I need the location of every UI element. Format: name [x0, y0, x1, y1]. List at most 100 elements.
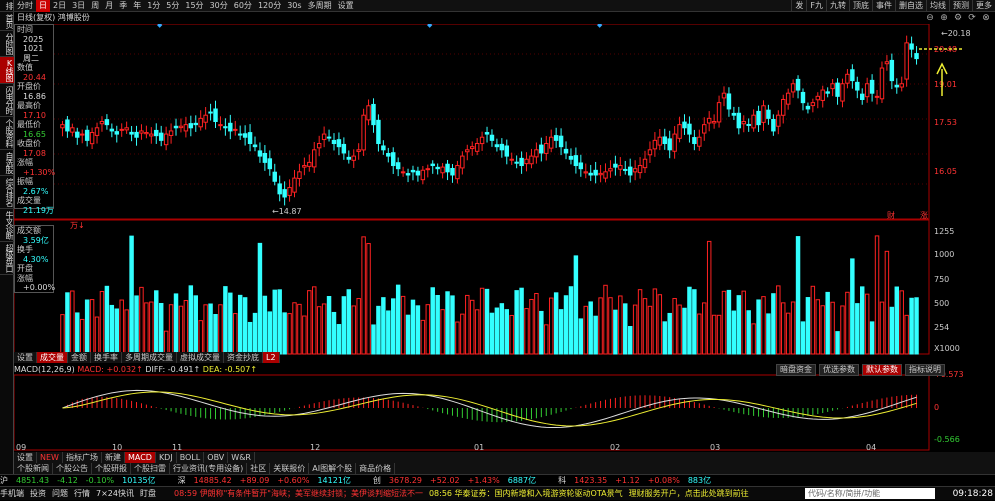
bottom-tab-2[interactable]: 指标广场 [63, 452, 102, 463]
status-item-4[interactable]: 7×24快讯 [96, 488, 134, 499]
candle-body [173, 125, 179, 129]
status-item-1[interactable]: 投资 [30, 488, 46, 499]
bottom-tab-4[interactable]: MACD [124, 452, 156, 463]
news-tab-1[interactable]: 个股公告 [53, 463, 92, 474]
news-tab-4[interactable]: 行业资讯(专用设备) [170, 463, 248, 474]
news-tab-3[interactable]: 个股扫雷 [131, 463, 170, 474]
macd-btn-2[interactable]: 默认参数 [862, 364, 902, 376]
bottom-tab-5[interactable]: KDJ [156, 452, 177, 463]
candle-body [307, 161, 312, 167]
sidebar-item-6[interactable]: 自选股 [0, 150, 14, 176]
status-item-3[interactable]: 行情 [74, 488, 90, 499]
right-tool-6[interactable]: 均线 [926, 0, 949, 12]
right-tool-1[interactable]: F九 [806, 0, 826, 12]
candle-body [914, 53, 919, 60]
bottom-tab-0[interactable]: 设置 [14, 452, 37, 463]
right-tool-7[interactable]: 预测 [949, 0, 972, 12]
ind-tab-5[interactable]: 虚拟成交量 [177, 352, 224, 363]
settings-icon[interactable]: ⚙ [951, 12, 965, 24]
ind-tab-2[interactable]: 金额 [68, 352, 91, 363]
ind-tab-1[interactable]: 成交量 [37, 352, 68, 363]
news-tab-5[interactable]: 社区 [247, 463, 271, 474]
right-tool-4[interactable]: 事件 [872, 0, 895, 12]
macd-btn-3[interactable]: 指标说明 [905, 364, 945, 376]
period-tab-14[interactable]: 30s [284, 0, 304, 12]
zoom-icon[interactable]: ⊕ [937, 12, 951, 24]
right-tool-8[interactable]: 更多 [972, 0, 995, 12]
period-tab-12[interactable]: 60分 [231, 0, 255, 12]
ind-tab-3[interactable]: 换手率 [91, 352, 122, 363]
sidebar-item-9[interactable]: 超级盘口 [0, 242, 14, 275]
news-2[interactable]: 08:56 华泰证券：国内新增和入境游资轮驱动OTA景气 [429, 488, 623, 499]
sidebar-item-1[interactable]: 首页 [0, 12, 14, 31]
period-tab-13[interactable]: 120分 [255, 0, 284, 12]
right-tool-2[interactable]: 九转 [826, 0, 849, 12]
status-item-2[interactable]: 问题 [52, 488, 68, 499]
minimize-icon[interactable]: ⊖ [923, 12, 937, 24]
ind-tab-0[interactable]: 设置 [14, 352, 37, 363]
candle-body [474, 143, 480, 152]
bottom-tab-6[interactable]: BOLL [177, 452, 205, 463]
period-tab-6[interactable]: 季 [116, 0, 130, 12]
ind-tab-4[interactable]: 多周期成交量 [122, 352, 177, 363]
period-tab-8[interactable]: 1分 [144, 0, 163, 12]
sidebar-item-5[interactable]: 个股资料 [0, 117, 14, 150]
volume-bar [218, 304, 223, 355]
period-tab-5[interactable]: 月 [102, 0, 116, 12]
bottom-tab-3[interactable]: 新建 [102, 452, 125, 463]
promo-link[interactable]: 理财服务开户，点击此处跳到前往 [629, 488, 749, 499]
macd-btn-0[interactable]: 暗盘资金 [776, 364, 816, 376]
news-tab-7[interactable]: AI图解个股 [309, 463, 357, 474]
sidebar-item-0[interactable]: 排 [0, 0, 14, 12]
badge-cai: 财 [887, 210, 895, 220]
period-tab-3[interactable]: 3日 [69, 0, 88, 12]
candle-body [692, 137, 697, 145]
bottom-tab-7[interactable]: OBV [204, 452, 229, 463]
event-diamond-icon[interactable]: ◆ [157, 24, 163, 29]
right-tool-3[interactable]: 顶底 [849, 0, 872, 12]
ind-tab-6[interactable]: 资金抄底 [224, 352, 263, 363]
status-item-5[interactable]: 盯盘 [140, 488, 156, 499]
news-tab-6[interactable]: 关联报价 [270, 463, 310, 474]
volume-bar [223, 286, 228, 355]
bottom-tab-8[interactable]: W&R [228, 452, 255, 463]
sidebar-item-8[interactable]: 牛叉诊断 [0, 209, 14, 242]
period-tab-7[interactable]: 年 [130, 0, 144, 12]
period-tab-11[interactable]: 30分 [207, 0, 231, 12]
sidebar-item-2[interactable]: 分时图 [0, 31, 14, 57]
period-tab-1[interactable]: 日 [36, 0, 50, 12]
close-icon[interactable]: ⊗ [979, 12, 993, 24]
kline-chart[interactable]: 20.4819.0117.5316.05←14.87←20.18财涨◆◆◆万↓1… [14, 24, 995, 452]
period-tab-16[interactable]: 设置 [335, 0, 357, 12]
volume-bar [776, 285, 781, 355]
volume-bar [682, 307, 687, 355]
period-tab-10[interactable]: 15分 [182, 0, 206, 12]
period-tab-15[interactable]: 多周期 [305, 0, 335, 12]
volume-bar [618, 295, 623, 355]
macd-btn-1[interactable]: 优选参数 [819, 364, 859, 376]
sidebar-item-3[interactable]: K线图 [0, 57, 14, 84]
sidebar-item-7[interactable]: 综合排名 [0, 176, 14, 209]
candle-body [208, 111, 213, 114]
right-tool-0[interactable]: 发 [791, 0, 806, 12]
period-tab-4[interactable]: 周 [88, 0, 102, 12]
period-tab-2[interactable]: 2日 [50, 0, 69, 12]
period-tab-9[interactable]: 5分 [163, 0, 182, 12]
news-tab-2[interactable]: 个股研报 [92, 463, 131, 474]
event-diamond-icon[interactable]: ◆ [597, 24, 603, 29]
search-input[interactable]: 代码/名称/简拼/功能 [805, 488, 935, 499]
ticker-item-7: +89.09 [239, 476, 270, 485]
volume-bar [810, 285, 816, 355]
sidebar-item-4[interactable]: 闪电分时 [0, 84, 14, 117]
news-tab-8[interactable]: 商品价格 [356, 463, 396, 474]
news-1[interactable]: 08:59 伊朗称"有条件暂开"海峡；美军继续封锁；美伊谈判缩短法不一 [174, 488, 423, 499]
candle-body [400, 171, 406, 174]
refresh-icon[interactable]: ⟳ [965, 12, 979, 24]
status-item-0[interactable]: 手机端 [0, 488, 24, 499]
right-tool-5[interactable]: 删自选 [895, 0, 926, 12]
news-tab-0[interactable]: 个股新闻 [14, 463, 53, 474]
volume-bar [70, 290, 75, 355]
bottom-tab-1[interactable]: NEW [37, 452, 63, 463]
period-tab-0[interactable]: 分时 [14, 0, 36, 12]
event-diamond-icon[interactable]: ◆ [427, 24, 433, 29]
